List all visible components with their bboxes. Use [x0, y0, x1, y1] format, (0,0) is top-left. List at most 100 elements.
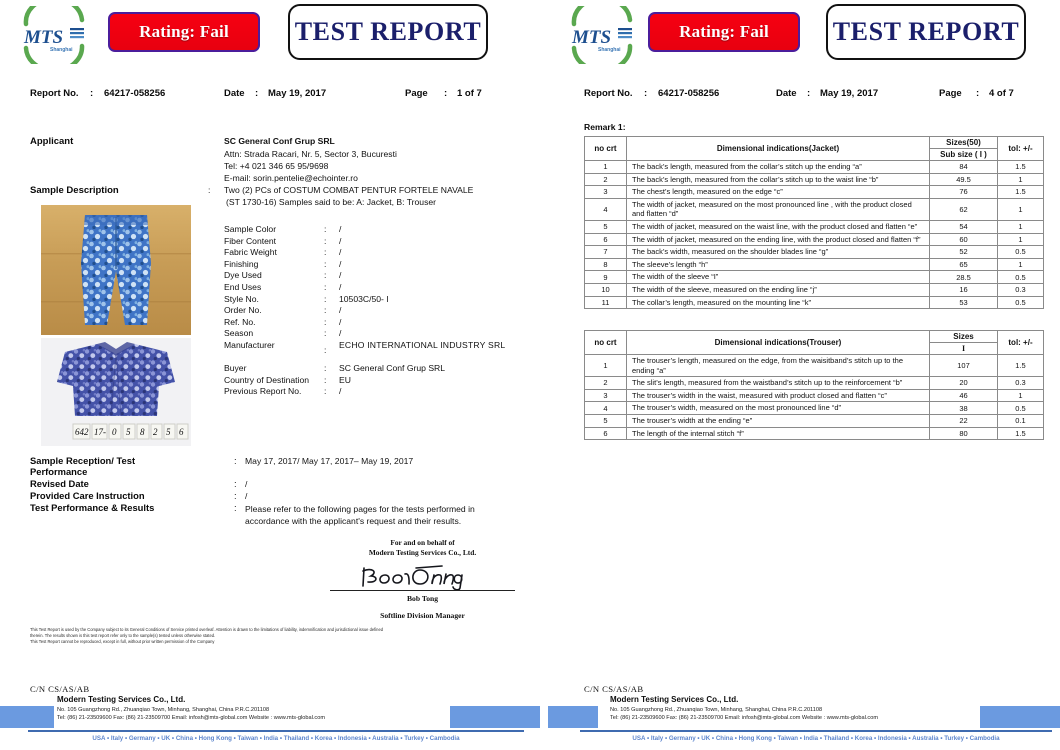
- signatory-role: Softline Division Manager: [380, 611, 465, 620]
- table-row: 5 The trouser’s width at the ending “e” 22…: [584, 413, 1044, 428]
- field-colon: :: [324, 293, 327, 304]
- field-colon: :: [324, 316, 327, 327]
- header-size-group: Sizes: [929, 330, 998, 343]
- row-tolerance: 0.5: [997, 295, 1044, 310]
- row-description: The slit’s length, measured from the wai…: [626, 376, 930, 390]
- signature-rule: [330, 590, 515, 591]
- footer-address-line: No. 105 Guangzhong Rd., Zhuanqiao Town, …: [57, 707, 270, 713]
- field-value: /: [339, 247, 342, 258]
- field-value: /: [339, 224, 342, 234]
- field-value: SC General Conf Grup SRL: [339, 362, 446, 373]
- report-no-label: Report No.: [30, 88, 79, 99]
- field-value: /: [339, 235, 342, 246]
- field-colon: :: [324, 258, 327, 269]
- field-row: Fabric Weight: /: [224, 247, 524, 259]
- svg-text:Shanghai: Shanghai: [50, 47, 73, 53]
- row-no: 1: [584, 160, 627, 174]
- footer-company-name: Modern Testing Services Co., Ltd.: [57, 695, 186, 704]
- field-row: End Uses: /: [224, 282, 524, 294]
- row-no: 4: [584, 197, 627, 221]
- field-value: /: [339, 316, 342, 327]
- rating-badge-page-1: Rating: Fail: [108, 12, 260, 52]
- sample-description-colon: :: [208, 185, 211, 195]
- footer-contact-line: Tel: (86) 21-23509600 Fax: (86) 21-23509…: [57, 715, 325, 722]
- row-description: The trouser’s width in the waist, measur…: [626, 388, 930, 403]
- row-tolerance: 1: [997, 232, 1044, 247]
- row-no: 7: [584, 245, 627, 259]
- row-description: The chest’s length, measured on the edge…: [626, 185, 930, 199]
- footer-divider: [28, 730, 524, 732]
- report-no-colon: :: [644, 88, 648, 99]
- table-row: 9 The width of the sleeve “I” 28.5 0.5: [584, 270, 1044, 284]
- svg-text:5: 5: [166, 427, 171, 437]
- report-page-4: MTS Shanghai Rating: Fail TEST REPORT Re…: [548, 0, 1060, 750]
- page-value: 1 of 7: [457, 88, 482, 99]
- svg-text:8: 8: [140, 427, 145, 437]
- table-row: 2 The slit’s length, measured from the wa…: [584, 376, 1044, 390]
- report-no-value: 64217-058256: [104, 88, 166, 99]
- row-description: The back’s length, measured from the col…: [626, 172, 930, 187]
- jacket-dimensions-table: no crt Dimensional indications(Jacket) S…: [584, 136, 1044, 310]
- disclaimer-text: This Test Report is used by the Company …: [30, 627, 450, 646]
- signatory-name: Bob Tong: [406, 594, 439, 603]
- mts-shanghai-logo-icon: MTS Shanghai: [560, 6, 646, 64]
- field-key: Ref. No.: [224, 316, 256, 327]
- report-no-colon: :: [90, 88, 94, 99]
- footer-accent-bar-left: [548, 706, 598, 728]
- rating-badge-label: Rating: Fail: [679, 22, 769, 41]
- row-tolerance: 0.5: [997, 270, 1044, 284]
- row-no: 11: [584, 295, 627, 310]
- row-no: 8: [584, 257, 627, 272]
- sample-description-fields: Sample Color: / Fiber Content: / Fabric We…: [224, 224, 524, 398]
- row-value: 65: [929, 257, 998, 272]
- header-size-group: Sizes(50): [929, 136, 998, 149]
- row-value: 80: [929, 426, 998, 441]
- field-row: Order No.: /: [224, 305, 524, 317]
- report-no-value: 64217-058256: [658, 88, 720, 99]
- field-row: Fiber Content: /: [224, 236, 524, 248]
- field-row: Buyer: SC General Conf Grup SRL: [224, 363, 524, 375]
- reception-label-line1: Sample Reception/ Test: [30, 455, 136, 466]
- applicant-name: SC General Conf Grup SRL: [224, 136, 335, 146]
- camouflage-jacket-photo: 642 17- 0 5 8 2 5 6: [41, 338, 191, 446]
- row-no: 2: [584, 376, 627, 390]
- table-row: 6 The length of the internal stitch “f” 80…: [584, 426, 1044, 441]
- date-colon: :: [807, 88, 811, 99]
- field-value: /: [339, 305, 342, 316]
- row-tolerance: 1.5: [997, 353, 1044, 378]
- table-row: 4 The trouser’s width, measured on the mo…: [584, 401, 1044, 415]
- disclaimer-line-3: This Test Report cannot be reproduced, e…: [30, 639, 215, 645]
- row-value: 28.5: [929, 270, 998, 284]
- report-title-box-page-4: TEST REPORT: [826, 4, 1026, 60]
- row-no: 4: [584, 401, 627, 415]
- behalf-line-2: Modern Testing Services Co., Ltd.: [368, 547, 477, 557]
- row-description: The width of the sleeve “I”: [626, 270, 930, 284]
- field-row: Season: /: [224, 328, 524, 340]
- table-header-row: no crt Dimensional indications(Jacket) S…: [584, 136, 1044, 161]
- applicant-email: E-mail: sorin.pentelie@echointer.ro: [224, 173, 358, 183]
- reception-colon-1: :: [234, 455, 237, 466]
- row-value: 53: [929, 295, 998, 310]
- handwritten-signature-icon: [330, 564, 515, 590]
- field-key: Style No.: [224, 293, 259, 304]
- footer-accent-bar-left: [0, 706, 54, 728]
- row-tolerance: 0.3: [997, 282, 1044, 297]
- row-value: 49.5: [929, 172, 998, 187]
- footer-address-line: No. 105 Guangzhong Rd., Zhuanqiao Town, …: [610, 707, 823, 713]
- row-description: The trouser’s length, measured on the ed…: [626, 353, 930, 378]
- field-colon: :: [324, 374, 327, 385]
- field-value: /: [339, 328, 342, 339]
- scanned-test-report-spread: MTS Shanghai Rating: Fail TEST REPORT Re…: [0, 0, 1060, 750]
- field-colon: :: [324, 281, 327, 292]
- svg-text:17-: 17-: [94, 427, 106, 437]
- row-no: 1: [584, 353, 627, 378]
- test-results-label: Test Performance & Results: [30, 502, 155, 513]
- row-no: 3: [584, 185, 627, 199]
- field-key: End Uses: [224, 281, 262, 292]
- camouflage-trouser-photo: [41, 205, 191, 335]
- row-description: The sleeve’s length “h”: [626, 257, 930, 272]
- field-value: /: [339, 386, 342, 397]
- page-value: 4 of 7: [989, 88, 1014, 99]
- field-key: Fiber Content: [224, 235, 277, 246]
- row-no: 6: [584, 426, 627, 441]
